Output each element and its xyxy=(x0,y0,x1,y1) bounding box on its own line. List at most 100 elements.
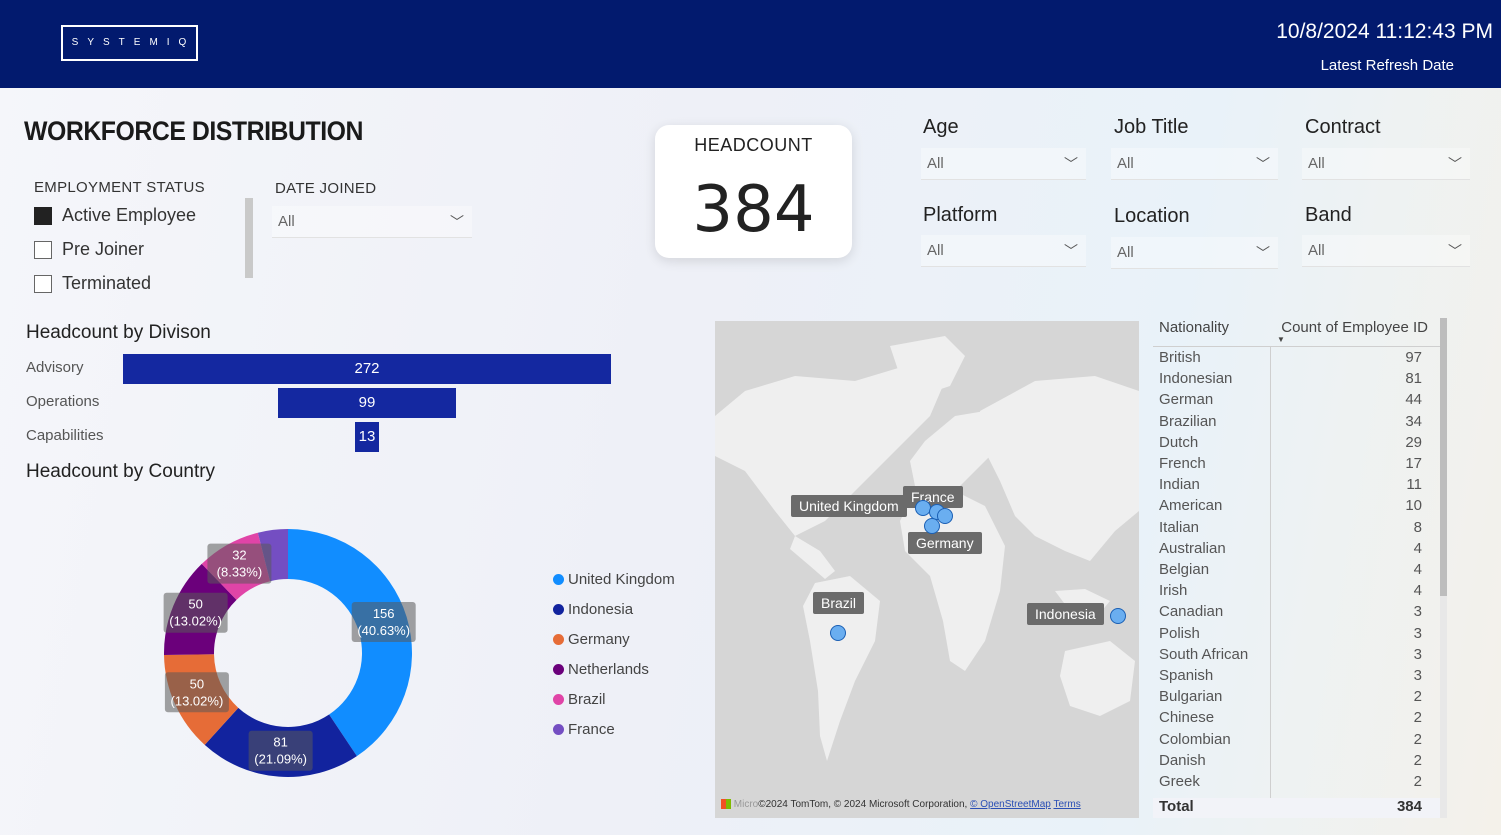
count-cell: 2 xyxy=(1413,709,1422,727)
donut-label-text: 156 xyxy=(373,606,395,621)
openstreetmap-link[interactable]: © OpenStreetMap xyxy=(970,799,1051,810)
table-scrollbar[interactable] xyxy=(1440,318,1447,818)
map-pin-france[interactable] xyxy=(924,518,940,534)
filter-band-dropdown[interactable]: All ﹀ xyxy=(1302,235,1470,267)
legend-item-germany[interactable]: Germany xyxy=(553,631,630,648)
division-bar-capabilities[interactable]: 13 xyxy=(355,422,379,452)
count-cell: 8 xyxy=(1413,518,1422,536)
slicer-scrollbar[interactable] xyxy=(245,198,253,278)
filter-band-title: Band xyxy=(1305,204,1352,226)
filter-age-title: Age xyxy=(923,116,959,138)
division-bar-advisory[interactable]: 272 xyxy=(123,354,611,384)
legend-item-indonesia[interactable]: Indonesia xyxy=(553,601,633,618)
table-row[interactable]: British 97 xyxy=(1153,349,1440,370)
total-value: 384 xyxy=(1396,798,1422,815)
column-header-nationality[interactable]: Nationality xyxy=(1159,319,1229,336)
date-joined-title: DATE JOINED xyxy=(275,180,377,197)
division-label-advisory: Advisory xyxy=(26,359,84,376)
nationality-cell: American xyxy=(1159,497,1223,515)
filter-age-dropdown[interactable]: All ﹀ xyxy=(921,148,1086,180)
table-row[interactable]: American 10 xyxy=(1153,497,1440,518)
table-row[interactable]: Indonesian 81 xyxy=(1153,370,1440,391)
table-row[interactable]: Dutch 29 xyxy=(1153,434,1440,455)
map-pin-germany[interactable] xyxy=(937,508,953,524)
checkbox-icon[interactable] xyxy=(34,240,52,259)
table-row[interactable]: Australian 4 xyxy=(1153,540,1440,561)
chevron-down-icon: ﹀ xyxy=(1256,245,1270,261)
legend-item-france[interactable]: France xyxy=(553,721,615,738)
headcount-card: HEADCOUNT 384 xyxy=(655,125,852,258)
checkbox-checked-icon[interactable] xyxy=(34,206,52,225)
sort-descending-icon[interactable]: ▼ xyxy=(1277,335,1285,344)
table-row[interactable]: French 17 xyxy=(1153,455,1440,476)
count-cell: 4 xyxy=(1413,582,1422,600)
count-cell: 29 xyxy=(1405,433,1422,451)
table-row[interactable]: Belgian 4 xyxy=(1153,561,1440,582)
table-row[interactable]: Italian 8 xyxy=(1153,519,1440,540)
legend-item-netherlands[interactable]: Netherlands xyxy=(553,661,649,678)
filter-location-title: Location xyxy=(1114,205,1190,227)
division-bar-operations[interactable]: 99 xyxy=(278,388,456,418)
count-cell: 3 xyxy=(1413,667,1422,684)
map-label-indonesia: Indonesia xyxy=(1027,603,1104,625)
filter-platform-title: Platform xyxy=(923,204,998,226)
date-joined-dropdown[interactable]: All ﹀ xyxy=(272,206,472,238)
legend-dot-icon xyxy=(553,724,564,735)
nationality-map[interactable]: United Kingdom France Germany Brazil Ind… xyxy=(715,321,1139,818)
donut-slice-united-kingdom[interactable] xyxy=(288,529,412,757)
table-scrollbar-thumb[interactable] xyxy=(1440,318,1447,596)
legend-item-united-kingdom[interactable]: United Kingdom xyxy=(553,571,675,588)
checkbox-icon[interactable] xyxy=(34,274,52,293)
donut-label-text: 81 xyxy=(273,735,287,750)
donut-label-text: 50 xyxy=(188,597,202,612)
filter-job-title-dropdown[interactable]: All ﹀ xyxy=(1111,148,1278,180)
legend-label: Brazil xyxy=(568,691,606,708)
table-row[interactable]: Bulgarian 2 xyxy=(1153,688,1440,709)
nationality-cell: Greek xyxy=(1159,773,1200,790)
table-row[interactable]: Irish 4 xyxy=(1153,582,1440,603)
nationality-cell: Spanish xyxy=(1159,667,1214,684)
count-cell: 4 xyxy=(1413,561,1422,578)
chevron-down-icon: ﹀ xyxy=(1256,156,1270,172)
column-header-count[interactable]: Count of Employee ID xyxy=(1281,319,1428,336)
division-label-capabilities: Capabilities xyxy=(26,427,104,444)
legend-label: United Kingdom xyxy=(568,571,675,588)
filter-contract-title: Contract xyxy=(1305,116,1381,138)
filter-location-dropdown[interactable]: All ﹀ xyxy=(1111,237,1278,269)
microsoft-logo-icon xyxy=(721,799,731,810)
filter-platform-dropdown[interactable]: All ﹀ xyxy=(921,235,1086,267)
map-brand-fragment: Micro xyxy=(733,799,759,810)
employment-option-active[interactable]: Active Employee xyxy=(34,205,196,226)
table-row[interactable]: Canadian 3 xyxy=(1153,603,1440,624)
employment-option-label: Pre Joiner xyxy=(62,239,145,259)
table-row[interactable]: Greek 2 xyxy=(1153,773,1440,794)
map-pin-indonesia[interactable] xyxy=(1110,608,1126,624)
nationality-cell: Belgian xyxy=(1159,561,1210,578)
map-attribution: Micro©2024 TomTom, © 2024 Microsoft Corp… xyxy=(721,799,1081,810)
table-row[interactable]: Polish 3 xyxy=(1153,625,1440,646)
country-donut-chart: 156 (40.63%) 81 (21.09%) 50 (13.02%) 50 (13.02%… xyxy=(163,529,416,777)
employment-option-terminated[interactable]: Terminated xyxy=(34,273,151,294)
map-terms-link[interactable]: Terms xyxy=(1053,799,1080,810)
chevron-down-icon: ﹀ xyxy=(450,214,464,230)
nationality-cell: German xyxy=(1159,391,1214,409)
table-row[interactable]: Chinese 2 xyxy=(1153,709,1440,730)
donut-label-text: 50 xyxy=(190,676,204,691)
table-row[interactable]: Danish 2 xyxy=(1153,752,1440,773)
table-row[interactable]: Colombian 2 xyxy=(1153,731,1440,752)
nationality-cell: Chinese xyxy=(1159,709,1215,727)
nationality-cell: Danish xyxy=(1159,751,1206,769)
filter-contract-dropdown[interactable]: All ﹀ xyxy=(1302,148,1470,180)
legend-label: Germany xyxy=(568,631,630,648)
table-row[interactable]: Indian 11 xyxy=(1153,476,1440,497)
count-cell: 3 xyxy=(1413,624,1422,642)
table-row[interactable]: German 44 xyxy=(1153,391,1440,412)
employment-option-prejoiner[interactable]: Pre Joiner xyxy=(34,239,144,260)
dropdown-value: All xyxy=(927,242,944,259)
legend-item-brazil[interactable]: Brazil xyxy=(553,691,606,708)
table-row[interactable]: Brazilian 34 xyxy=(1153,413,1440,434)
table-row[interactable]: Spanish 3 xyxy=(1153,667,1440,688)
division-chart-title: Headcount by Divison xyxy=(26,322,211,343)
map-pin-brazil[interactable] xyxy=(830,625,846,641)
table-row[interactable]: South African 3 xyxy=(1153,646,1440,667)
